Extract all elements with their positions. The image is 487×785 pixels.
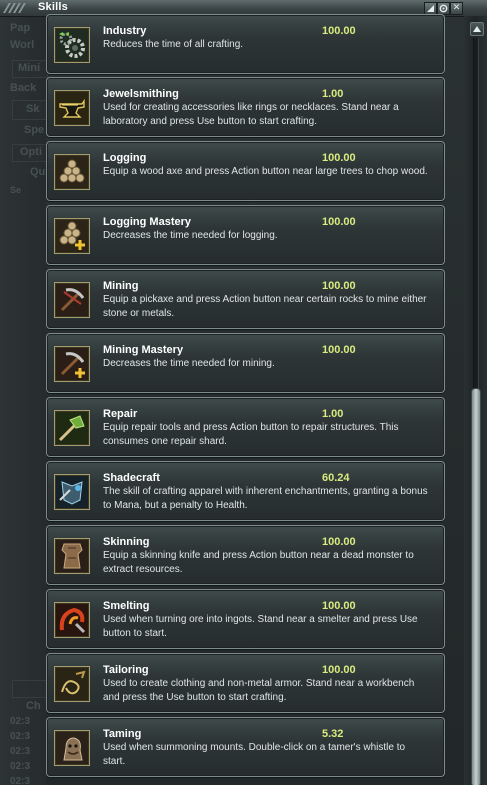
scrollbar[interactable] <box>464 16 487 785</box>
skill-value: 100.00 <box>322 344 356 356</box>
skill-item-taming[interactable]: Taming 5.32 Used when summoning mounts. … <box>46 717 445 777</box>
skill-item-mining[interactable]: Mining 100.00 Equip a pickaxe and press … <box>46 269 445 329</box>
skill-name: Repair <box>103 408 138 420</box>
skill-item-repair[interactable]: Repair 1.00 Equip repair tools and press… <box>46 397 445 457</box>
skill-description: Equip repair tools and press Action butt… <box>103 422 399 447</box>
background-label: 02:3 <box>10 776 31 785</box>
logs-icon <box>54 154 90 190</box>
gear-icon <box>439 4 448 13</box>
background-label: 02:3 <box>10 761 31 772</box>
skill-item-smelting[interactable]: Smelting 100.00 Used when turning ore in… <box>46 589 445 649</box>
skill-item-tailoring[interactable]: Tailoring 100.00 Used to create clothing… <box>46 653 445 713</box>
background-label: 02:3 <box>10 746 31 757</box>
skill-description: Equip a skinning knife and press Action … <box>103 550 414 575</box>
skill-value: 100.00 <box>322 664 356 676</box>
enchanted-armor-icon <box>54 474 90 510</box>
skill-description: Reduces the time of all crafting. <box>103 39 244 50</box>
skill-description: Used when summoning mounts. Double-click… <box>103 742 406 767</box>
skill-description: Used when turning ore into ingots. Stand… <box>103 614 418 639</box>
skill-description: Decreases the time needed for logging. <box>103 230 278 241</box>
close-button[interactable]: ✕ <box>450 2 463 15</box>
background-label: Pap <box>10 22 31 34</box>
furnace-icon <box>54 602 90 638</box>
skill-name: Shadecraft <box>103 472 160 484</box>
skills-list[interactable]: Industry 100.00 Reduces the time of all … <box>46 14 446 785</box>
background-label: Worl <box>10 39 35 51</box>
skill-value: 100.00 <box>322 25 356 37</box>
skill-name: Mining Mastery <box>103 344 184 356</box>
skill-name: Taming <box>103 728 142 740</box>
background-ui: Pap Worl Mini Back Sk Spe Opti Qu Se Ch … <box>0 16 48 785</box>
background-button <box>12 680 48 698</box>
background-label: 02:3 <box>10 731 31 742</box>
hide-icon <box>54 538 90 574</box>
background-label: Se <box>10 185 22 195</box>
skill-name: Industry <box>103 25 147 37</box>
close-icon: ✕ <box>452 3 461 13</box>
skill-value: 1.00 <box>322 408 344 420</box>
skill-name: Logging Mastery <box>103 216 192 228</box>
window-title: Skills <box>38 1 68 13</box>
skill-description: Equip a pickaxe and press Action button … <box>103 294 427 319</box>
hammer-icon <box>54 410 90 446</box>
pickaxe-mastery-icon <box>54 346 90 382</box>
skill-item-shadecraft[interactable]: Shadecraft 60.24 The skill of crafting a… <box>46 461 445 521</box>
thread-icon <box>54 666 90 702</box>
anvil-icon <box>54 90 90 126</box>
skill-name: Logging <box>103 152 147 164</box>
skill-description: Decreases the time needed for mining. <box>103 358 275 369</box>
arrow-up-icon <box>473 26 481 32</box>
skill-value: 100.00 <box>322 280 356 292</box>
skill-value: 100.00 <box>322 216 356 228</box>
skill-name: Jewelsmithing <box>103 88 179 100</box>
skill-description: The skill of crafting apparel with inher… <box>103 486 428 511</box>
skill-description: Used for creating accessories like rings… <box>103 102 399 127</box>
creature-icon <box>54 730 90 766</box>
skill-name: Tailoring <box>103 664 149 676</box>
skill-value: 100.00 <box>322 600 356 612</box>
skill-name: Smelting <box>103 600 150 612</box>
skill-item-skinning[interactable]: Skinning 100.00 Equip a skinning knife a… <box>46 525 445 585</box>
resize-icon <box>427 5 434 12</box>
skill-item-mining-mastery[interactable]: Mining Mastery 100.00 Decreases the time… <box>46 333 445 393</box>
scroll-up-button[interactable] <box>470 22 484 36</box>
skill-name: Mining <box>103 280 139 292</box>
skill-value: 1.00 <box>322 88 344 100</box>
logs-mastery-icon <box>54 218 90 254</box>
skill-value: 100.00 <box>322 152 356 164</box>
gear-industry-icon <box>54 27 90 63</box>
pickaxe-icon <box>54 282 90 318</box>
skill-description: Equip a wood axe and press Action button… <box>103 166 428 177</box>
skill-item-logging[interactable]: Logging 100.00 Equip a wood axe and pres… <box>46 141 445 201</box>
skills-window: Pap Worl Mini Back Sk Spe Opti Qu Se Ch … <box>0 0 487 785</box>
skill-description: Used to create clothing and non-metal ar… <box>103 678 415 703</box>
skill-item-jewelsmithing[interactable]: Jewelsmithing 1.00 Used for creating acc… <box>46 77 445 137</box>
grip-icon <box>2 2 28 14</box>
skill-value: 60.24 <box>322 472 350 484</box>
skill-name: Skinning <box>103 536 150 548</box>
background-label: 02:3 <box>10 716 31 727</box>
scroll-thumb[interactable] <box>471 388 481 785</box>
skill-value: 100.00 <box>322 536 356 548</box>
skill-item-logging-mastery[interactable]: Logging Mastery 100.00 Decreases the tim… <box>46 205 445 265</box>
skill-item-industry[interactable]: Industry 100.00 Reduces the time of all … <box>46 14 445 74</box>
background-label: Back <box>10 82 37 94</box>
skill-value: 5.32 <box>322 728 344 740</box>
